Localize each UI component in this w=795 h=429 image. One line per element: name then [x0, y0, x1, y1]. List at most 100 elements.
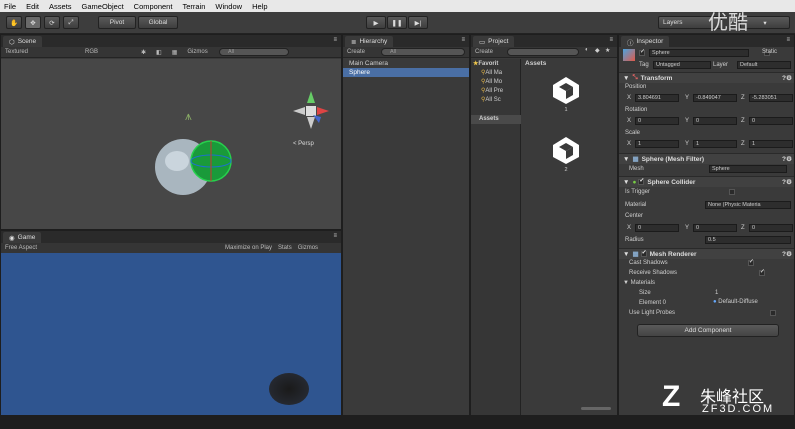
filter-label-icon[interactable]: ◆	[595, 47, 600, 54]
global-button[interactable]: Global	[138, 16, 178, 29]
menu-terrain[interactable]: Terrain	[182, 2, 205, 11]
menu-window[interactable]: Window	[215, 2, 242, 11]
gear-icon[interactable]: ⚙	[786, 250, 792, 258]
aspect-dropdown[interactable]: Free Aspect	[5, 245, 215, 251]
scene-orientation-gizmo[interactable]	[291, 89, 331, 134]
mesh-filter-header[interactable]: ▼ ▦ Sphere (Mesh Filter)? ⚙	[619, 153, 794, 164]
play-button[interactable]: ▶	[366, 16, 386, 29]
renderer-enabled-checkbox[interactable]	[640, 249, 647, 257]
scale-x-field[interactable]: 1	[635, 140, 679, 148]
project-create-button[interactable]: Create	[475, 49, 493, 55]
panel-menu-icon[interactable]: ≡	[333, 37, 337, 43]
scene-viewport[interactable]: ⩚ < Persp	[1, 59, 341, 229]
tag-dropdown[interactable]: Untagged	[653, 61, 711, 69]
tab-project[interactable]: ▭ Project	[473, 36, 515, 47]
gear-icon[interactable]: ⚙	[786, 178, 792, 186]
materials-foldout[interactable]: ▼ Materials	[623, 280, 655, 286]
list-item[interactable]: ⚲All Pre	[481, 87, 503, 94]
scale-tool-button[interactable]: ⤢	[63, 16, 79, 29]
element0-field[interactable]: ● Default-Diffuse	[713, 299, 758, 305]
move-tool-button[interactable]: ✥	[25, 16, 41, 29]
rotation-y-field[interactable]: 0	[693, 117, 737, 125]
collider-enabled-checkbox[interactable]	[638, 177, 644, 185]
physic-material-field[interactable]: None (Physic Materia	[705, 201, 791, 209]
list-item[interactable]: Main Camera	[349, 59, 388, 68]
center-z-field[interactable]: 0	[749, 224, 793, 232]
stats-toggle[interactable]: Stats	[278, 245, 292, 251]
audio-icon[interactable]: ◧	[156, 49, 162, 56]
panel-menu-icon[interactable]: ≡	[461, 37, 465, 43]
scene-search-input[interactable]: All	[219, 48, 289, 56]
game-viewport[interactable]	[1, 253, 341, 415]
center-y-field[interactable]: 0	[693, 224, 737, 232]
shading-dropdown[interactable]: Textured	[5, 49, 75, 55]
panel-menu-icon[interactable]: ≡	[333, 233, 337, 239]
tab-scene[interactable]: ⬡ Scene	[3, 36, 43, 47]
is-trigger-checkbox[interactable]	[728, 189, 735, 195]
effects-icon[interactable]: ▦	[172, 49, 178, 56]
layer-dropdown[interactable]: Default	[737, 61, 791, 69]
hierarchy-search-input[interactable]: All	[381, 48, 465, 56]
maximize-on-play-toggle[interactable]: Maximize on Play	[225, 245, 272, 251]
step-button[interactable]: ▶|	[408, 16, 428, 29]
render-mode-dropdown[interactable]: RGB	[85, 49, 125, 55]
position-x-field[interactable]: 3.804691	[635, 94, 679, 102]
panel-menu-icon[interactable]: ≡	[786, 37, 790, 43]
active-checkbox[interactable]	[639, 48, 645, 56]
pause-button[interactable]: ❚❚	[387, 16, 407, 29]
scale-y-field[interactable]: 1	[693, 140, 737, 148]
lighting-icon[interactable]: ✱	[141, 49, 146, 56]
menu-edit[interactable]: Edit	[26, 2, 39, 11]
scale-z-field[interactable]: 1	[749, 140, 793, 148]
cast-shadows-checkbox[interactable]	[747, 258, 754, 266]
favorites-header[interactable]: ★Favorit	[473, 60, 498, 67]
mesh-renderer-header[interactable]: ▼▦Mesh Renderer?⚙	[619, 248, 794, 259]
light-gizmo-icon[interactable]: ⩚	[185, 109, 199, 123]
gizmos-dropdown[interactable]: Gizmos	[187, 49, 207, 55]
assets-folder[interactable]: Assets	[471, 115, 521, 124]
tab-inspector[interactable]: ⓘ Inspector	[621, 36, 670, 47]
rotation-x-field[interactable]: 0	[635, 117, 679, 125]
star-icon[interactable]: ★	[605, 47, 610, 54]
tab-hierarchy[interactable]: ≣ Hierarchy	[345, 36, 394, 47]
pivot-button[interactable]: Pivot	[98, 16, 136, 29]
game-gizmos-dropdown[interactable]: Gizmos	[298, 245, 318, 251]
hand-tool-button[interactable]: ✋	[6, 16, 22, 29]
object-name-field[interactable]: Sphere	[649, 49, 749, 57]
gear-icon[interactable]: ⚙	[786, 74, 792, 82]
hierarchy-create-button[interactable]: Create	[347, 49, 365, 55]
rotation-z-field[interactable]: 0	[749, 117, 793, 125]
project-search-input[interactable]	[507, 48, 579, 56]
mesh-field[interactable]: Sphere	[709, 165, 787, 173]
radius-field[interactable]: 0.5	[705, 236, 791, 244]
panel-menu-icon[interactable]: ≡	[609, 37, 613, 43]
light-probes-checkbox[interactable]	[769, 310, 776, 316]
transform-header[interactable]: ▼ ⤡ Transform? ⚙	[619, 72, 794, 83]
gear-icon[interactable]: ⚙	[786, 155, 792, 163]
list-item[interactable]: ⚲All Sc	[481, 96, 501, 103]
position-y-field[interactable]: -0.849047	[693, 94, 737, 102]
center-x-field[interactable]: 0	[635, 224, 679, 232]
list-item[interactable]: Sphere	[343, 68, 469, 77]
menu-file[interactable]: File	[4, 2, 16, 11]
sphere-object[interactable]	[151, 135, 241, 205]
static-dropdown[interactable]: Static	[762, 49, 777, 55]
sphere-collider-header[interactable]: ▼●Sphere Collider?⚙	[619, 176, 794, 187]
icon-size-slider[interactable]	[581, 407, 611, 410]
list-item[interactable]: ⚲All Ma	[481, 69, 502, 76]
rotate-tool-button[interactable]: ⟳	[44, 16, 60, 29]
menu-component[interactable]: Component	[134, 2, 173, 11]
tab-game[interactable]: ◉ Game	[3, 232, 42, 243]
asset-item[interactable]: 1	[551, 75, 581, 115]
persp-label[interactable]: < Persp	[293, 141, 314, 147]
size-value[interactable]: 1	[715, 290, 718, 296]
menu-assets[interactable]: Assets	[49, 2, 72, 11]
add-component-button[interactable]: Add Component	[637, 324, 779, 337]
receive-shadows-checkbox[interactable]	[758, 268, 765, 276]
list-item[interactable]: ⚲All Mo	[481, 78, 502, 85]
filter-type-icon[interactable]: ◐	[585, 47, 589, 53]
menu-gameobject[interactable]: GameObject	[82, 2, 124, 11]
position-z-field[interactable]: -5.283051	[749, 94, 793, 102]
menu-help[interactable]: Help	[252, 2, 267, 11]
asset-item[interactable]: 2	[551, 135, 581, 175]
